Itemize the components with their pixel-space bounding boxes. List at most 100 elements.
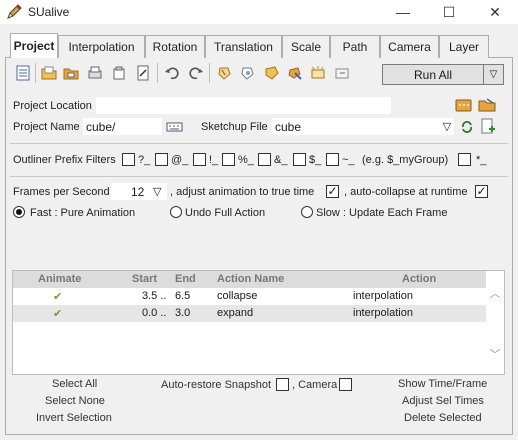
tab-layer[interactable]: Layer — [439, 35, 489, 58]
prefix-filter-checkbox[interactable] — [293, 153, 306, 166]
cell-action: interpolation — [353, 290, 413, 302]
add-component-icon[interactable] — [216, 64, 234, 82]
prefix-filter-checkbox[interactable] — [193, 153, 206, 166]
camera-label: , Camera — [292, 379, 338, 391]
mode-fast-label: Fast : Pure Animation — [30, 207, 136, 219]
select-none-button[interactable]: Select None — [45, 395, 105, 407]
auto-restore-label: Auto-restore Snapshot — [161, 379, 272, 391]
cell-action: interpolation — [353, 307, 413, 319]
undo-icon[interactable] — [163, 64, 181, 82]
edit-document-icon[interactable] — [134, 64, 152, 82]
redo-icon[interactable] — [187, 64, 205, 82]
table-row[interactable]: ✔ 3.5 .. 6.5 collapse interpolation — [13, 288, 486, 305]
chevron-down-icon[interactable]: ▽ — [483, 65, 503, 84]
prefix-filter-checkbox[interactable] — [458, 153, 471, 166]
toolbar-divider — [209, 63, 210, 83]
pencil-app-icon — [7, 4, 22, 19]
prefix-filter-label: *_ — [476, 154, 487, 166]
tab-camera[interactable]: Camera — [380, 35, 439, 58]
table-header: Animate Start End Action Name Action — [13, 271, 504, 288]
list-icon[interactable] — [14, 64, 32, 82]
mode-radio-fast[interactable] — [13, 206, 25, 218]
tab-path[interactable]: Path — [330, 35, 380, 58]
project-location-field[interactable] — [96, 97, 391, 114]
close-button[interactable]: ✕ — [472, 0, 518, 24]
run-all-label[interactable]: Run All — [383, 65, 483, 84]
auto-restore-checkbox[interactable] — [276, 378, 289, 391]
sketchup-file-label: Sketchup File — [201, 121, 268, 133]
delete-selected-button[interactable]: Delete Selected — [404, 412, 482, 424]
scroll-up-icon[interactable]: ︿ — [488, 285, 502, 301]
tab-project[interactable]: Project — [10, 33, 58, 58]
separator — [10, 143, 508, 144]
move-component-icon[interactable] — [286, 64, 304, 82]
folder-browse-icon[interactable] — [455, 98, 472, 112]
select-component-icon[interactable] — [239, 64, 257, 82]
open-folder-icon[interactable] — [40, 64, 58, 82]
mode-slow-label: Slow : Update Each Frame — [316, 207, 448, 219]
auto-collapse-label: , auto-collapse at runtime — [344, 186, 468, 198]
fps-label: Frames per Second — [13, 186, 110, 198]
prefix-filter-label: &_ — [274, 154, 288, 166]
check-icon[interactable]: ✔ — [53, 307, 62, 320]
column-header-end[interactable]: End — [175, 273, 196, 285]
project-name-field[interactable]: cube/ — [83, 118, 162, 135]
fps-select[interactable]: 12 ▽ — [111, 183, 167, 200]
mode-radio-slow[interactable] — [301, 206, 313, 218]
actions-table: Animate Start End Action Name Action ✔ 3… — [12, 270, 505, 375]
table-scrollbar[interactable]: ︿ ﹀ — [486, 271, 504, 374]
print-icon[interactable] — [86, 64, 104, 82]
outliner-prefix-label: Outliner Prefix Filters — [13, 154, 116, 166]
minimize-button[interactable]: — — [380, 0, 426, 24]
prefix-filter-checkbox[interactable] — [122, 153, 135, 166]
refresh-icon[interactable] — [460, 119, 474, 135]
cell-end: 6.5 — [175, 290, 191, 302]
column-header-start[interactable]: Start — [132, 273, 157, 285]
tab-interpolation[interactable]: Interpolation — [58, 35, 145, 58]
column-header-action-name[interactable]: Action Name — [217, 273, 284, 285]
tab-scale[interactable]: Scale — [282, 35, 330, 58]
maximize-button[interactable]: ☐ — [426, 0, 472, 24]
prefix-filter-checkbox[interactable] — [222, 153, 235, 166]
tab-rotation[interactable]: Rotation — [145, 35, 205, 58]
column-header-action[interactable]: Action — [402, 273, 436, 285]
show-time-frame-button[interactable]: Show Time/Frame — [398, 378, 487, 390]
check-icon[interactable]: ✔ — [53, 290, 62, 303]
adjust-sel-times-button[interactable]: Adjust Sel Times — [402, 395, 484, 407]
snapshot-icon[interactable] — [309, 64, 327, 82]
new-file-icon[interactable] — [480, 118, 496, 135]
toolbar-divider — [35, 63, 36, 83]
adjust-true-time-checkbox[interactable] — [326, 185, 339, 198]
column-header-animate[interactable]: Animate — [38, 273, 81, 285]
folder-open-icon[interactable] — [478, 98, 496, 112]
prefix-filter-label: !_ — [209, 154, 219, 166]
auto-collapse-checkbox[interactable] — [475, 185, 488, 198]
prefix-filter-checkbox[interactable] — [258, 153, 271, 166]
chevron-down-icon[interactable]: ▽ — [440, 118, 454, 135]
toolbar-divider — [157, 63, 158, 83]
camera-checkbox[interactable] — [339, 378, 352, 391]
sketchup-file-field[interactable]: cube — [272, 118, 454, 135]
cell-action-name: expand — [217, 307, 254, 319]
run-all-button[interactable]: Run All ▽ — [382, 64, 504, 85]
export-icon[interactable] — [333, 64, 351, 82]
scroll-down-icon[interactable]: ﹀ — [488, 346, 502, 362]
prefix-filter-checkbox[interactable] — [155, 153, 168, 166]
copy-icon[interactable] — [110, 64, 128, 82]
mode-radio-undo[interactable] — [170, 206, 182, 218]
project-name-label: Project Name — [13, 121, 80, 133]
prefix-filter-label: %_ — [238, 154, 254, 166]
prefix-filter-checkbox[interactable] — [326, 153, 339, 166]
cell-action-name: collapse — [217, 290, 258, 302]
edit-component-icon[interactable] — [263, 64, 281, 82]
select-all-button[interactable]: Select All — [52, 378, 97, 390]
save-folder-icon[interactable] — [62, 64, 80, 82]
mode-undo-label: Undo Full Action — [185, 207, 266, 219]
chevron-down-icon[interactable]: ▽ — [153, 185, 161, 198]
prefix-filter-label: @_ — [171, 154, 189, 166]
table-row[interactable]: ✔ 0.0 .. 3.0 expand interpolation — [13, 305, 486, 322]
keyboard-icon[interactable] — [166, 120, 183, 134]
tab-translation[interactable]: Translation — [205, 35, 282, 58]
prefix-example-text: (e.g. $_myGroup) — [362, 154, 449, 166]
invert-selection-button[interactable]: Invert Selection — [36, 412, 112, 424]
